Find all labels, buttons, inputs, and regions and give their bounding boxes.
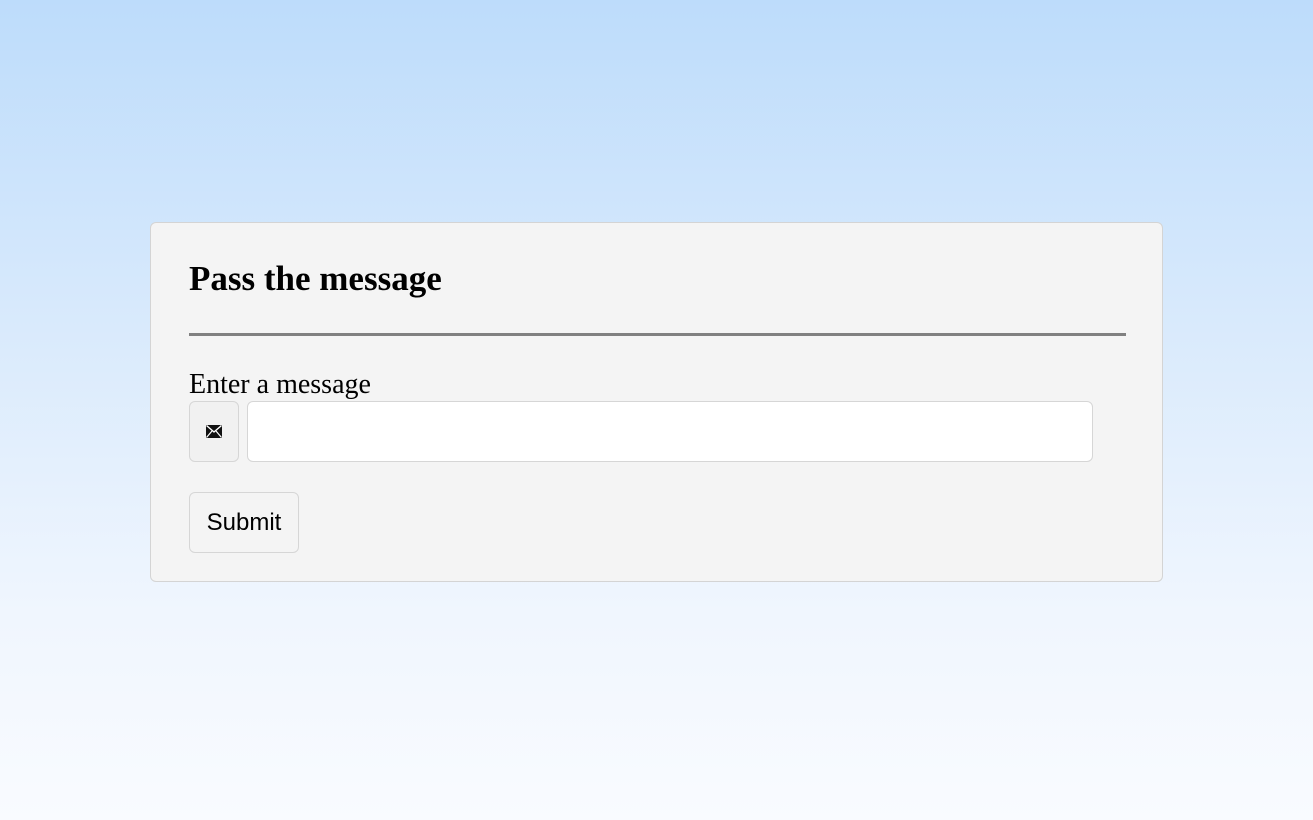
- submit-button[interactable]: Submit: [189, 492, 299, 553]
- envelope-icon-glyph: [206, 425, 222, 438]
- envelope-icon: [189, 401, 239, 462]
- message-input[interactable]: [247, 401, 1093, 462]
- form-title: Pass the message: [189, 259, 442, 298]
- message-field-label: Enter a message: [189, 369, 371, 400]
- message-form-card: Pass the message Enter a message Submit: [150, 222, 1163, 582]
- title-divider: [189, 333, 1126, 336]
